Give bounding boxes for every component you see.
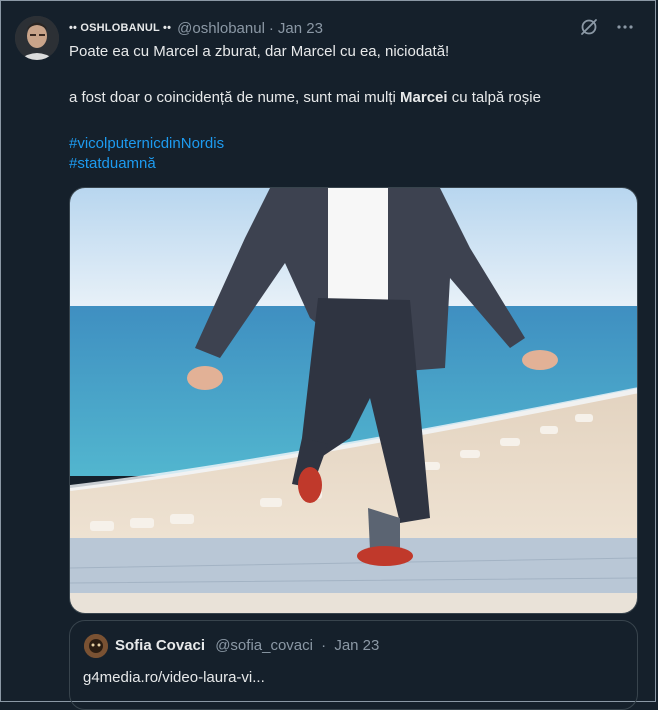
quoted-header: Sofia Covaci @sofia_covaci · Jan 23 (115, 637, 379, 654)
tweet-line-2-start: a fost doar o coincidență de nume, sunt … (69, 89, 401, 106)
tweet-header: •• OSHLOBANUL •• @oshlobanul · Jan 23 (69, 16, 323, 40)
header-separator: · (268, 19, 274, 37)
author-handle[interactable]: @oshlobanul (177, 20, 265, 37)
tweet-line-1: Poate ea cu Marcel a zburat, dar Marcel … (69, 43, 450, 60)
quoted-separator: · (321, 637, 327, 654)
quoted-date: Jan 23 (334, 637, 380, 654)
tweet-media-image[interactable] (69, 187, 638, 614)
tweet-text: Poate ea cu Marcel a zburat, dar Marcel … (69, 42, 639, 174)
tweet-line-2: a fost doar o coincidență de nume, sunt … (69, 88, 639, 108)
tweet-line-2-bold: Marcei (400, 89, 448, 106)
grok-icon[interactable] (580, 18, 598, 41)
quoted-link-text[interactable]: g4media.ro/video-laura-vi... (83, 669, 265, 686)
tweet-line-2-end: cu talpă roșie (447, 89, 541, 106)
tweet[interactable]: •• OSHLOBANUL •• @oshlobanul · Jan 23 Po… (0, 0, 656, 710)
quoted-display-name[interactable]: Sofia Covaci (115, 637, 205, 654)
hashtag-link[interactable]: #statduamnă (69, 154, 639, 174)
author-avatar[interactable] (15, 16, 59, 60)
tweet-date[interactable]: Jan 23 (278, 20, 323, 37)
quoted-author-avatar (84, 634, 108, 658)
header-actions (580, 18, 634, 41)
more-icon[interactable] (616, 18, 634, 41)
quoted-tweet[interactable]: Sofia Covaci @sofia_covaci · Jan 23 g4me… (69, 620, 638, 710)
author-display-name[interactable]: •• OSHLOBANUL •• (69, 22, 171, 34)
quoted-handle[interactable]: @sofia_covaci (215, 637, 313, 654)
hashtag-link[interactable]: #vicolputernicdinNordis (69, 134, 639, 154)
